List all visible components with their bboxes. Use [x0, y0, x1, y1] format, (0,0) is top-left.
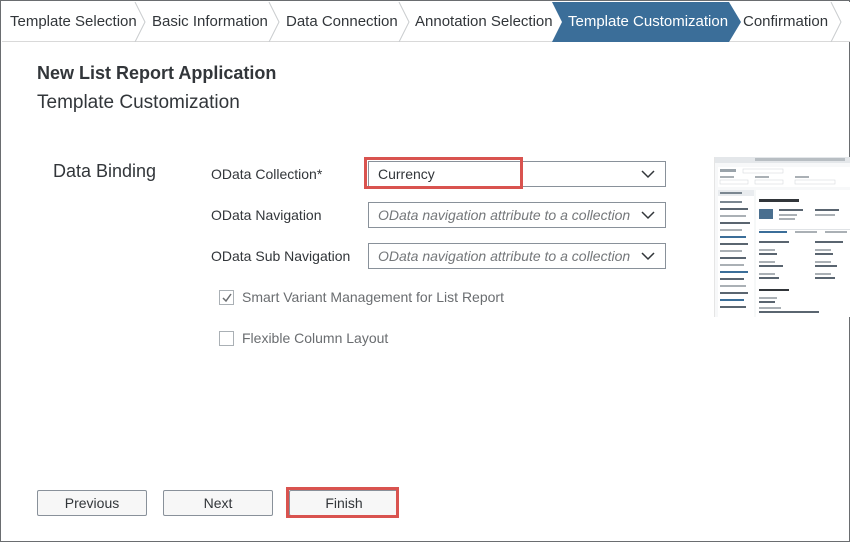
template-preview-image — [714, 157, 850, 317]
next-button[interactable]: Next — [163, 490, 273, 516]
page-subtitle: Template Customization — [37, 92, 240, 113]
odata-navigation-select[interactable]: OData navigation attribute to a collecti… — [368, 202, 666, 228]
step-template-customization[interactable]: Template Customization — [552, 2, 732, 42]
page-title: New List Report Application — [37, 63, 277, 83]
step-confirmation[interactable]: Confirmation — [730, 2, 840, 42]
finish-button[interactable]: Finish — [289, 490, 399, 516]
step-separator-icon — [830, 2, 842, 42]
odata-sub-navigation-placeholder: OData navigation attribute to a collecti… — [378, 248, 630, 264]
step-label: Annotation Selection — [415, 13, 553, 30]
smart-variant-label: Smart Variant Management for List Report — [242, 289, 504, 305]
chevron-down-icon — [641, 170, 655, 179]
odata-navigation-placeholder: OData navigation attribute to a collecti… — [378, 207, 630, 223]
odata-collection-value: Currency — [378, 166, 435, 182]
checkbox-checked-icon[interactable] — [219, 290, 234, 305]
step-basic-information[interactable]: Basic Information — [136, 2, 280, 42]
preview-illustration — [715, 157, 850, 317]
odata-navigation-label: OData Navigation — [211, 207, 322, 223]
step-label: Template Selection — [10, 13, 137, 30]
data-binding-label: Data Binding — [53, 161, 157, 181]
step-template-selection[interactable]: Template Selection — [2, 2, 146, 42]
step-label: Confirmation — [743, 13, 829, 30]
odata-collection-label: OData Collection* — [211, 166, 323, 182]
flexible-column-label: Flexible Column Layout — [242, 330, 389, 346]
step-label: Template Customization — [568, 13, 729, 30]
step-label: Basic Information — [152, 13, 268, 30]
wizard-window: Template Selection Basic Information Dat… — [0, 0, 850, 542]
step-annotation-selection[interactable]: Annotation Selection — [400, 2, 553, 42]
odata-sub-navigation-label: OData Sub Navigation — [211, 248, 351, 264]
step-label: Data Connection — [286, 13, 398, 30]
step-data-connection[interactable]: Data Connection — [270, 2, 410, 42]
page-header: New List Report Application Template Cus… — [37, 63, 276, 114]
checkbox-unchecked-icon[interactable] — [219, 331, 234, 346]
chevron-down-icon — [641, 252, 655, 261]
chevron-down-icon — [641, 211, 655, 220]
wizard-steps-bar: Template Selection Basic Information Dat… — [2, 2, 850, 42]
previous-button[interactable]: Previous — [37, 490, 147, 516]
odata-collection-select[interactable]: Currency — [368, 161, 666, 187]
odata-sub-navigation-select[interactable]: OData navigation attribute to a collecti… — [368, 243, 666, 269]
